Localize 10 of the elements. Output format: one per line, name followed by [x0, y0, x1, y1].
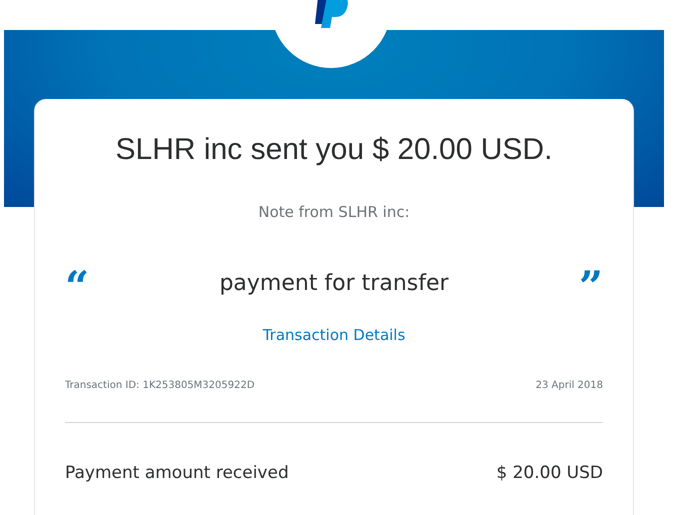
summary-value: $ 20.00 USD	[496, 463, 603, 483]
transaction-date: 23 April 2018	[536, 380, 603, 391]
note-label: Note from SLHR inc:	[258, 203, 410, 221]
transaction-details-link[interactable]: Transaction Details	[262, 326, 406, 344]
quote-mark: ”	[578, 272, 603, 296]
quote-mark: “	[65, 272, 90, 296]
summary-label: Payment amount received	[65, 463, 289, 483]
transaction-id: Transaction ID: 1K253805M3205922D	[65, 380, 255, 391]
note-text: payment for transfer	[219, 271, 449, 296]
message-title: SLHR inc sent you $ 20.00 USD.	[116, 133, 552, 167]
